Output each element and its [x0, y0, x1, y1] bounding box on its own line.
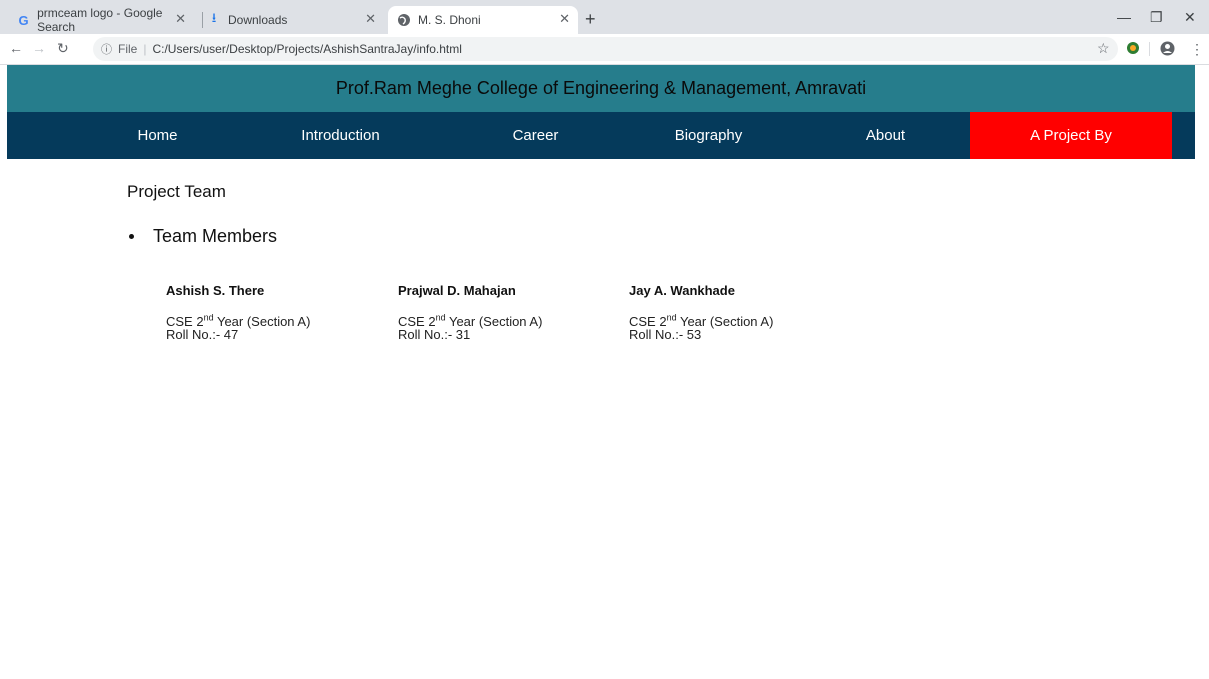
minimize-icon[interactable]: —: [1117, 9, 1131, 25]
tab-google-search[interactable]: G prmceam logo - Google Search ✕: [16, 6, 194, 34]
menu-kebab-icon[interactable]: ⋮: [1190, 41, 1204, 58]
close-icon[interactable]: ✕: [175, 11, 186, 27]
tab-separator: [202, 12, 203, 28]
bullet-dot: [129, 234, 134, 239]
member-roll: Roll No.:- 31: [398, 327, 471, 342]
address-bar[interactable]: ⓘ File | C:/Users/user/Desktop/Projects/…: [93, 37, 1118, 61]
course-suffix: nd: [435, 312, 446, 323]
college-header: Prof.Ram Meghe College of Engineering & …: [7, 65, 1195, 112]
header-title: Prof.Ram Meghe College of Engineering & …: [335, 78, 867, 98]
nav-career[interactable]: Career: [473, 112, 598, 159]
nav-home[interactable]: Home: [95, 112, 220, 159]
new-tab-icon[interactable]: +: [585, 9, 596, 30]
forward-arrow-icon[interactable]: →: [32, 40, 46, 56]
address-scheme: File: [118, 42, 138, 56]
section-title: Project Team: [127, 182, 226, 201]
profile-icon[interactable]: [1160, 41, 1175, 59]
nav-introduction[interactable]: Introduction: [278, 112, 403, 159]
tab-title: M. S. Dhoni: [418, 13, 481, 27]
member-info: CSE 2nd Year (Section A) Roll No.:- 47: [166, 312, 386, 342]
address-divider: |: [143, 42, 147, 56]
download-icon: ⭳: [211, 10, 217, 25]
reload-icon[interactable]: ↻: [57, 40, 69, 57]
window-close-icon[interactable]: ✕: [1184, 9, 1196, 26]
extension-icon[interactable]: [1126, 41, 1140, 58]
member-info: CSE 2nd Year (Section A) Roll No.:- 53: [629, 312, 849, 342]
bookmark-star-icon[interactable]: ☆: [1097, 40, 1110, 57]
tab-title: prmceam logo - Google Search: [37, 6, 163, 34]
nav-about[interactable]: About: [823, 112, 948, 159]
team-member-card: Prajwal D. Mahajan CSE 2nd Year (Section…: [398, 283, 618, 341]
toolbar-divider: [1149, 42, 1150, 56]
restore-icon[interactable]: ❐: [1150, 9, 1163, 26]
member-name: Ashish S. There: [166, 283, 265, 298]
address-url[interactable]: C:/Users/user/Desktop/Projects/AshishSan…: [152, 42, 461, 56]
close-icon[interactable]: ✕: [365, 11, 376, 27]
member-name: Prajwal D. Mahajan: [398, 283, 516, 298]
member-info: CSE 2nd Year (Section A) Roll No.:- 31: [398, 312, 618, 342]
close-icon[interactable]: ✕: [559, 11, 570, 27]
team-member-card: Ashish S. There CSE 2nd Year (Section A)…: [166, 283, 386, 341]
tab-ms-dhoni[interactable]: M. S. Dhoni ✕: [388, 6, 578, 34]
team-members-list-item: Team Members: [127, 226, 277, 247]
globe-icon: [396, 12, 412, 28]
google-g-icon: G: [18, 12, 29, 28]
main-nav: Home Introduction Career Biography About…: [7, 112, 1195, 159]
subsection-title: Team Members: [153, 226, 278, 246]
tab-title: Downloads: [228, 13, 288, 27]
back-arrow-icon[interactable]: ←: [9, 40, 23, 56]
member-name: Jay A. Wankhade: [629, 283, 735, 298]
info-icon[interactable]: ⓘ: [101, 41, 112, 57]
member-roll: Roll No.:- 47: [166, 327, 239, 342]
team-member-card: Jay A. Wankhade CSE 2nd Year (Section A)…: [629, 283, 849, 341]
member-roll: Roll No.:- 53: [629, 327, 702, 342]
browser-tab-strip: G prmceam logo - Google Search ✕ ⭳ Downl…: [0, 0, 1209, 34]
nav-a-project-by[interactable]: A Project By: [970, 112, 1172, 159]
tab-downloads[interactable]: ⭳ Downloads ✕: [206, 6, 384, 34]
browser-toolbar: ← → ↻ ⓘ File | C:/Users/user/Desktop/Pro…: [0, 34, 1209, 65]
course-suffix: nd: [203, 312, 214, 323]
course-suffix: nd: [666, 312, 677, 323]
nav-biography[interactable]: Biography: [646, 112, 771, 159]
